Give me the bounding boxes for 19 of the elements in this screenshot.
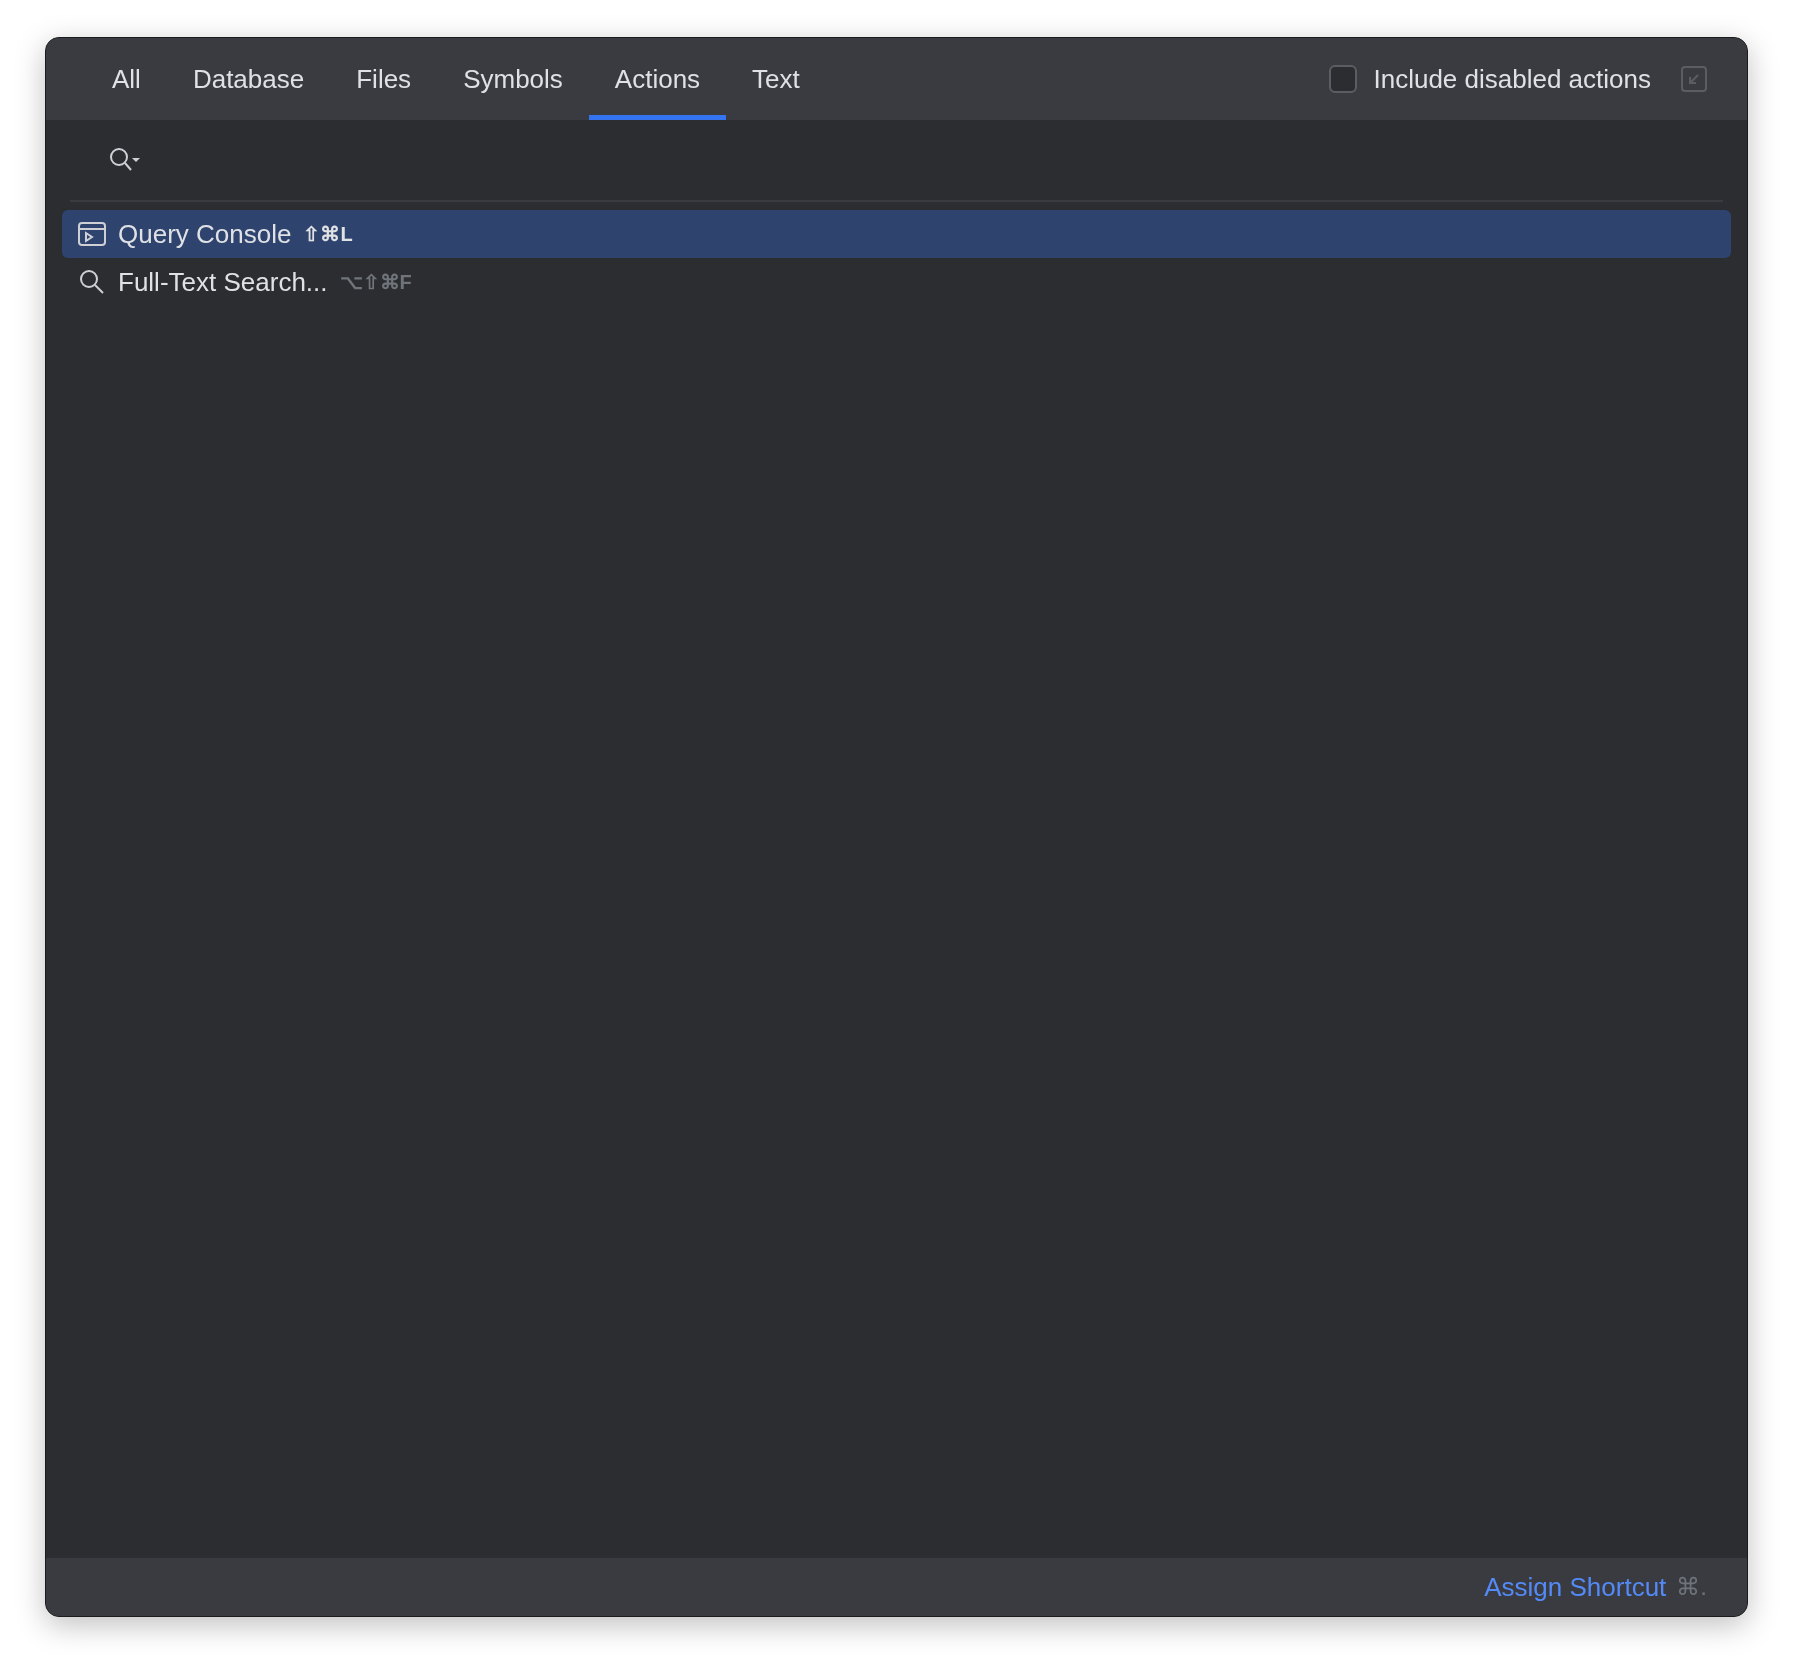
console-icon — [78, 222, 106, 246]
checkbox[interactable] — [1329, 65, 1358, 93]
tab[interactable]: Database — [166, 38, 331, 120]
shortcut-hint: ⌥⇧⌘F — [339, 270, 412, 294]
checkbox-label: Include disabled actions — [1373, 63, 1651, 95]
collapse-icon[interactable] — [1681, 66, 1707, 92]
result-label: Full-Text Search... — [118, 266, 328, 298]
shortcut-hint: ⇧⌘L — [303, 222, 353, 246]
search-icon — [78, 268, 106, 296]
result-item[interactable]: Query Console ⇧⌘L — [62, 210, 1731, 258]
shortcut-hint: ⌘. — [1676, 1573, 1707, 1601]
tab[interactable]: Text — [726, 38, 826, 120]
tab[interactable]: All — [86, 38, 167, 120]
search-icon[interactable] — [108, 147, 142, 173]
tab[interactable]: Actions — [588, 38, 727, 120]
result-item[interactable]: Full-Text Search... ⌥⇧⌘F — [62, 258, 1731, 306]
tab[interactable]: Symbols — [437, 38, 589, 120]
tab[interactable]: Files — [330, 38, 438, 120]
result-label: Query Console — [118, 218, 292, 250]
